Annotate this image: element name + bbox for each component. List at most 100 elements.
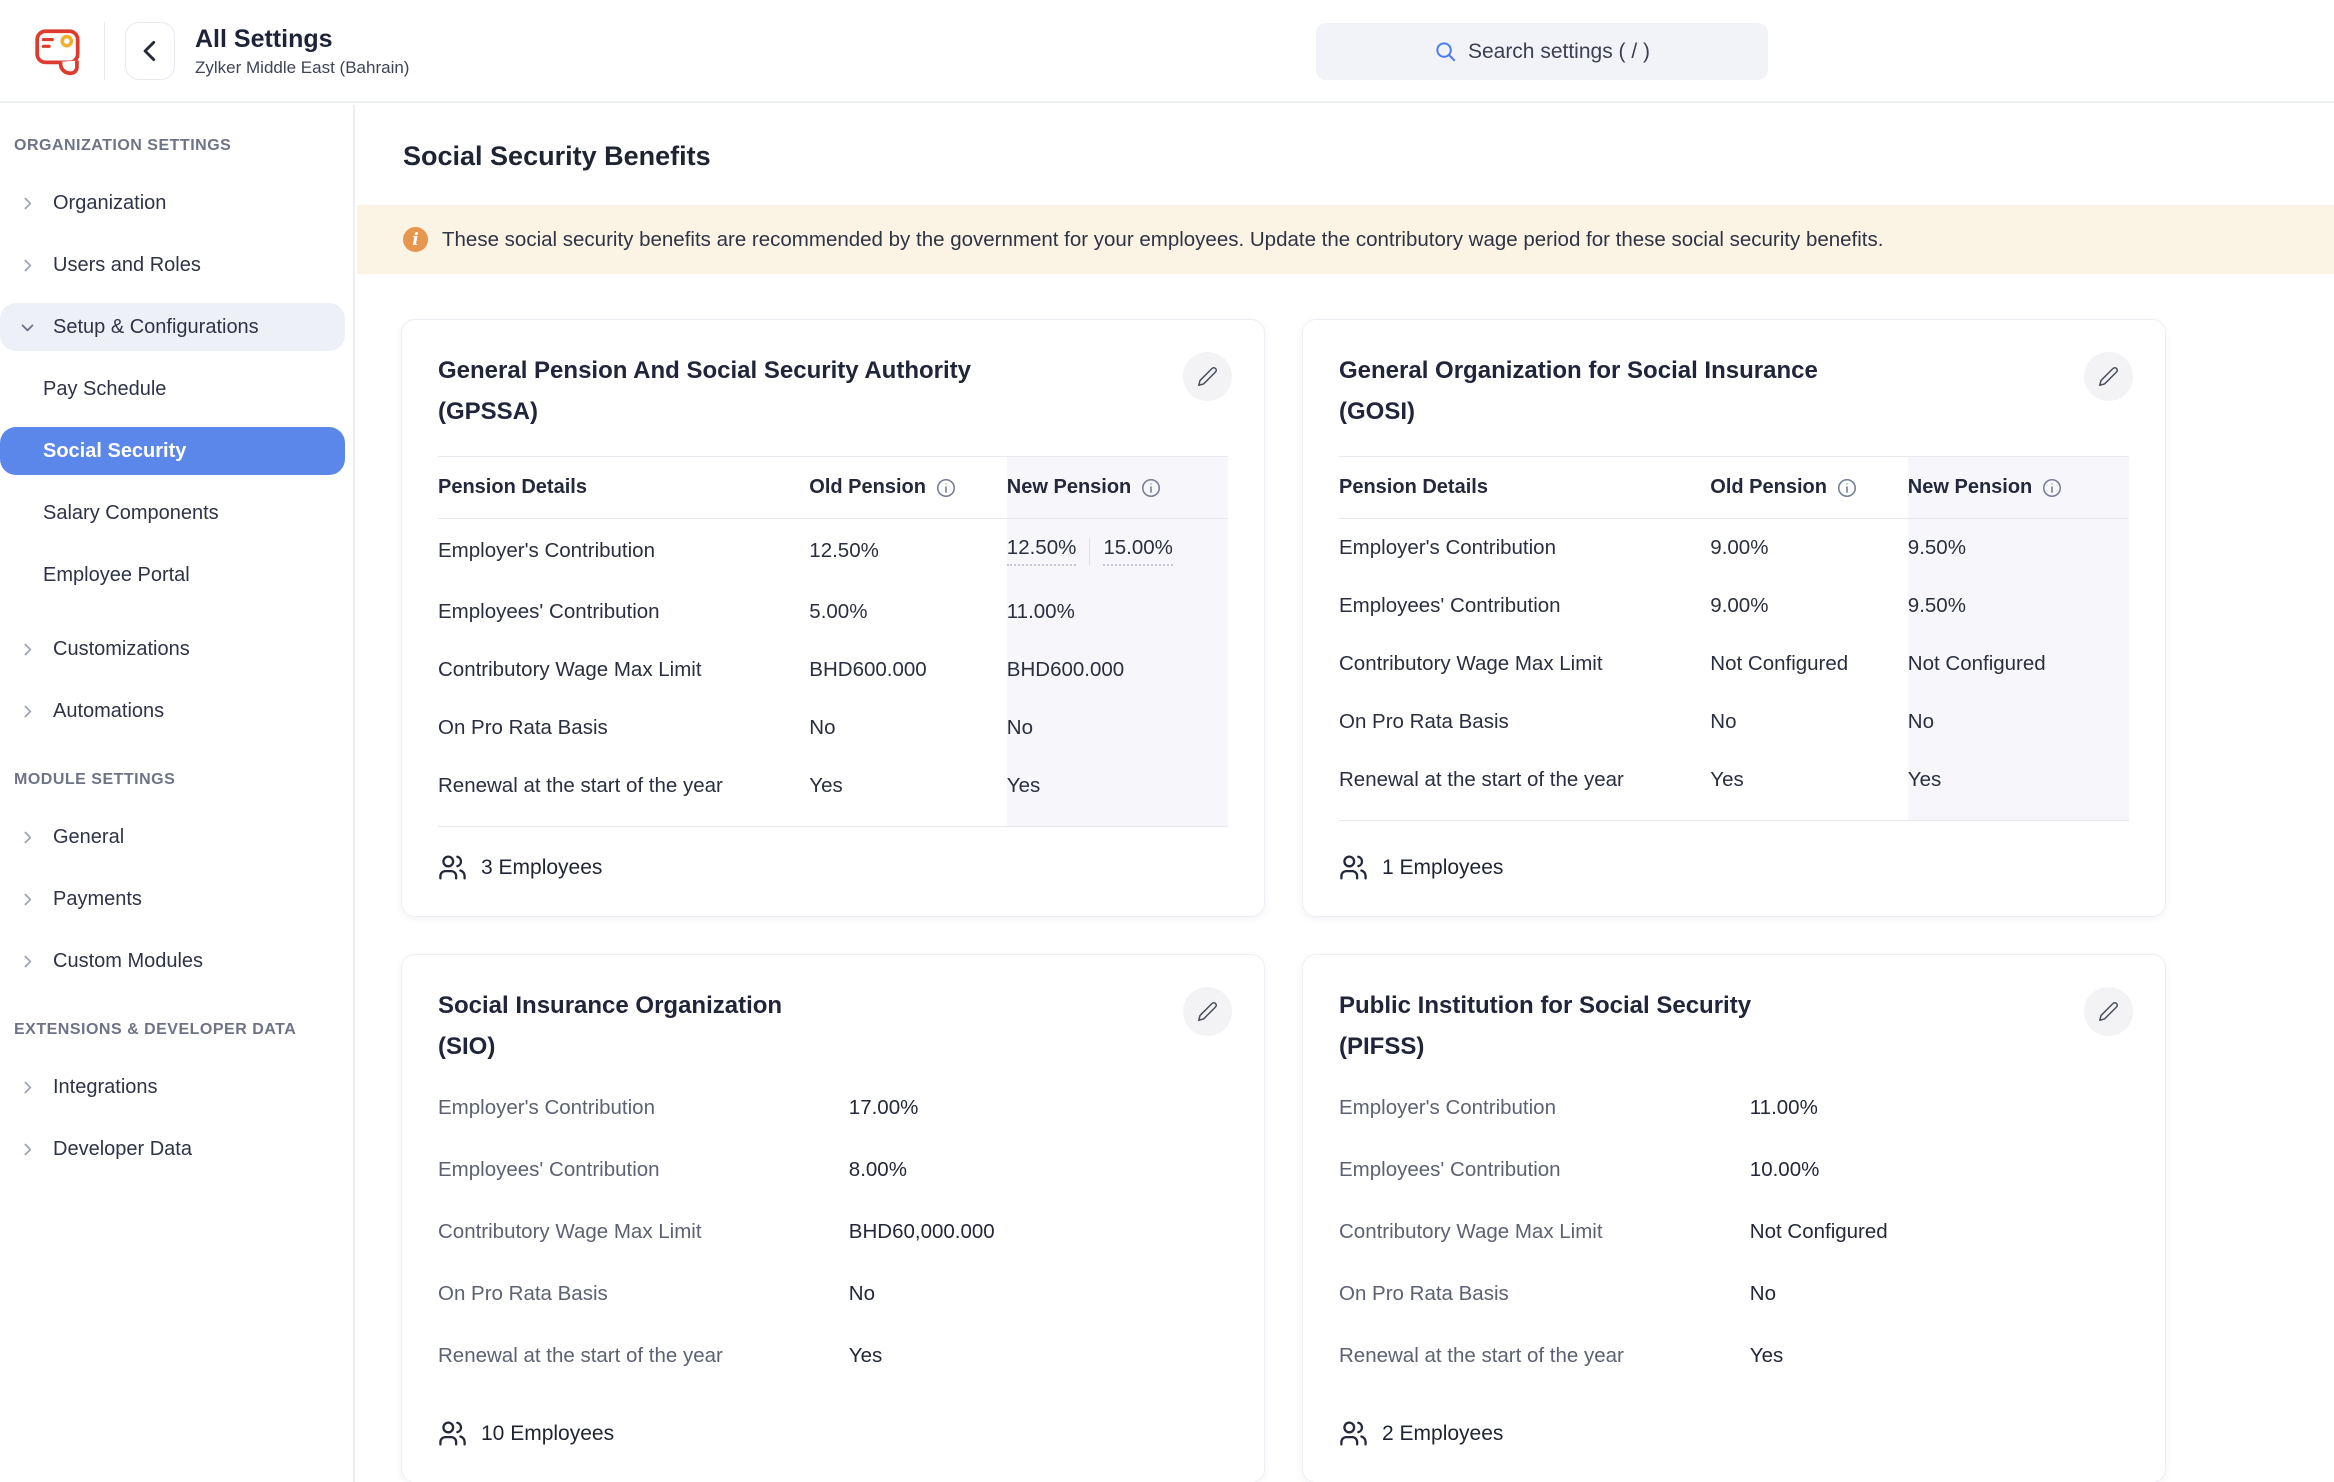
sidebar-item-label: Customizations [53, 638, 190, 661]
old-pension-value: 5.00% [809, 583, 1007, 641]
new-pension-value: 9.50% [1908, 519, 2129, 578]
chevron-right-icon [19, 829, 36, 846]
row-label: Renewal at the start of the year [1339, 751, 1710, 821]
chevron-left-icon [142, 40, 158, 62]
old-pension-value: 9.00% [1710, 577, 1908, 635]
sidebar-item-automations[interactable]: Automations [0, 687, 345, 735]
sidebar-item-integrations[interactable]: Integrations [0, 1063, 345, 1111]
card-pifss: Public Institution for Social Security (… [1302, 954, 2166, 1482]
column-label: New Pension [1007, 476, 1131, 499]
row-label: Employer's Contribution [438, 519, 809, 584]
employees-count: 1 Employees [1339, 827, 2129, 882]
list-item: Employer's Contribution11.00% [1339, 1083, 2129, 1133]
old-pension-value: No [1710, 693, 1908, 751]
row-label: Contributory Wage Max Limit [1339, 635, 1710, 693]
chevron-right-icon [19, 891, 36, 908]
new-pension-value-upcoming[interactable]: 15.00% [1103, 536, 1173, 566]
employees-count-label: 10 Employees [481, 1422, 614, 1446]
card-title-line1: Social Insurance Organization [438, 992, 782, 1019]
pencil-icon [2098, 1001, 2119, 1022]
list-item: Employees' Contribution10.00% [1339, 1145, 2129, 1195]
new-pension-info-icon[interactable] [2041, 477, 2063, 499]
row-value: 11.00% [1750, 1096, 1818, 1120]
sidebar-item-users-and-roles[interactable]: Users and Roles [0, 241, 345, 289]
new-pension-info-icon[interactable] [1140, 477, 1162, 499]
pencil-icon [1197, 366, 1218, 387]
info-banner: i These social security benefits are rec… [357, 205, 2334, 274]
sidebar-item-organization[interactable]: Organization [0, 179, 345, 227]
new-pension-value: 12.50% 15.00% [1007, 519, 1228, 584]
payroll-app-logo-icon [32, 26, 86, 76]
header-divider [104, 22, 105, 80]
search-settings-input[interactable]: Search settings ( / ) [1316, 23, 1768, 80]
row-label: Renewal at the start of the year [438, 1344, 849, 1368]
users-icon [438, 853, 467, 882]
old-pension-info-icon[interactable] [935, 477, 957, 499]
sidebar-item-label: Integrations [53, 1076, 158, 1099]
row-label: Employees' Contribution [1339, 577, 1710, 635]
sidebar-item-label: Payments [53, 888, 142, 911]
list-item: On Pro Rata BasisNo [438, 1269, 1228, 1319]
sidebar-item-salary-components[interactable]: Salary Components [0, 489, 345, 537]
row-label: Employees' Contribution [1339, 1158, 1750, 1182]
main-content: Social Security Benefits i These social … [357, 105, 2334, 1482]
row-label: Employer's Contribution [1339, 1096, 1750, 1120]
edit-pifss-button[interactable] [2084, 987, 2133, 1036]
sidebar-item-label: Social Security [43, 440, 186, 463]
old-pension-value: BHD600.000 [809, 641, 1007, 699]
column-label: Old Pension [809, 476, 926, 499]
row-label: On Pro Rata Basis [1339, 693, 1710, 751]
table-row: Renewal at the start of the year Yes Yes [1339, 751, 2129, 821]
sidebar-item-label: Users and Roles [53, 254, 201, 277]
card-title: General Pension And Social Security Auth… [438, 350, 1228, 432]
employees-count: 2 Employees [1339, 1393, 2129, 1448]
card-title-line1: General Pension And Social Security Auth… [438, 357, 971, 384]
list-item: Employees' Contribution8.00% [438, 1145, 1228, 1195]
row-label: Renewal at the start of the year [438, 757, 809, 827]
sidebar-item-payments[interactable]: Payments [0, 875, 345, 923]
sidebar-item-customizations[interactable]: Customizations [0, 625, 345, 673]
sidebar-item-label: Automations [53, 700, 164, 723]
new-pension-value: Yes [1908, 751, 2129, 821]
new-pension-value: No [1007, 699, 1228, 757]
row-label: On Pro Rata Basis [1339, 1282, 1750, 1306]
old-pension-value: 12.50% [809, 519, 1007, 584]
new-pension-value: 11.00% [1007, 583, 1228, 641]
row-value: 8.00% [849, 1158, 907, 1182]
benefit-details-list: Employer's Contribution11.00% Employees'… [1339, 1083, 2129, 1393]
row-value: 17.00% [849, 1096, 919, 1120]
page-header-title: All Settings [195, 24, 409, 54]
users-icon [1339, 853, 1368, 882]
employees-count-label: 1 Employees [1382, 856, 1503, 880]
card-title: Social Insurance Organization (SIO) [438, 985, 1228, 1067]
edit-sio-button[interactable] [1183, 987, 1232, 1036]
sidebar-item-pay-schedule[interactable]: Pay Schedule [0, 365, 345, 413]
sidebar-item-setup-configurations[interactable]: Setup & Configurations [0, 303, 345, 351]
table-row: Employer's Contribution 9.00% 9.50% [1339, 519, 2129, 578]
sidebar-item-custom-modules[interactable]: Custom Modules [0, 937, 345, 985]
table-row: Employees' Contribution 9.00% 9.50% [1339, 577, 2129, 635]
users-icon [1339, 1419, 1368, 1448]
edit-gpssa-button[interactable] [1183, 352, 1232, 401]
column-pension-details: Pension Details [438, 457, 809, 519]
sidebar-item-employee-portal[interactable]: Employee Portal [0, 551, 345, 599]
sidebar-item-social-security[interactable]: Social Security [0, 427, 345, 475]
new-pension-value-current[interactable]: 12.50% [1007, 536, 1077, 566]
edit-gosi-button[interactable] [2084, 352, 2133, 401]
sidebar-item-label: Setup & Configurations [53, 316, 259, 339]
new-pension-value: BHD600.000 [1007, 641, 1228, 699]
back-button[interactable] [125, 22, 175, 80]
employees-count: 3 Employees [438, 827, 1228, 882]
chevron-right-icon [19, 953, 36, 970]
row-value: No [1750, 1282, 1776, 1306]
sidebar-item-label: General [53, 826, 124, 849]
employees-count-label: 3 Employees [481, 856, 602, 880]
row-label: Contributory Wage Max Limit [1339, 1220, 1750, 1244]
section-organization-settings: ORGANIZATION SETTINGS [0, 137, 353, 155]
sidebar-item-general[interactable]: General [0, 813, 345, 861]
list-item: On Pro Rata BasisNo [1339, 1269, 2129, 1319]
new-pension-value: Not Configured [1908, 635, 2129, 693]
old-pension-info-icon[interactable] [1836, 477, 1858, 499]
sidebar-item-developer-data[interactable]: Developer Data [0, 1125, 345, 1173]
list-item: Renewal at the start of the yearYes [1339, 1331, 2129, 1381]
